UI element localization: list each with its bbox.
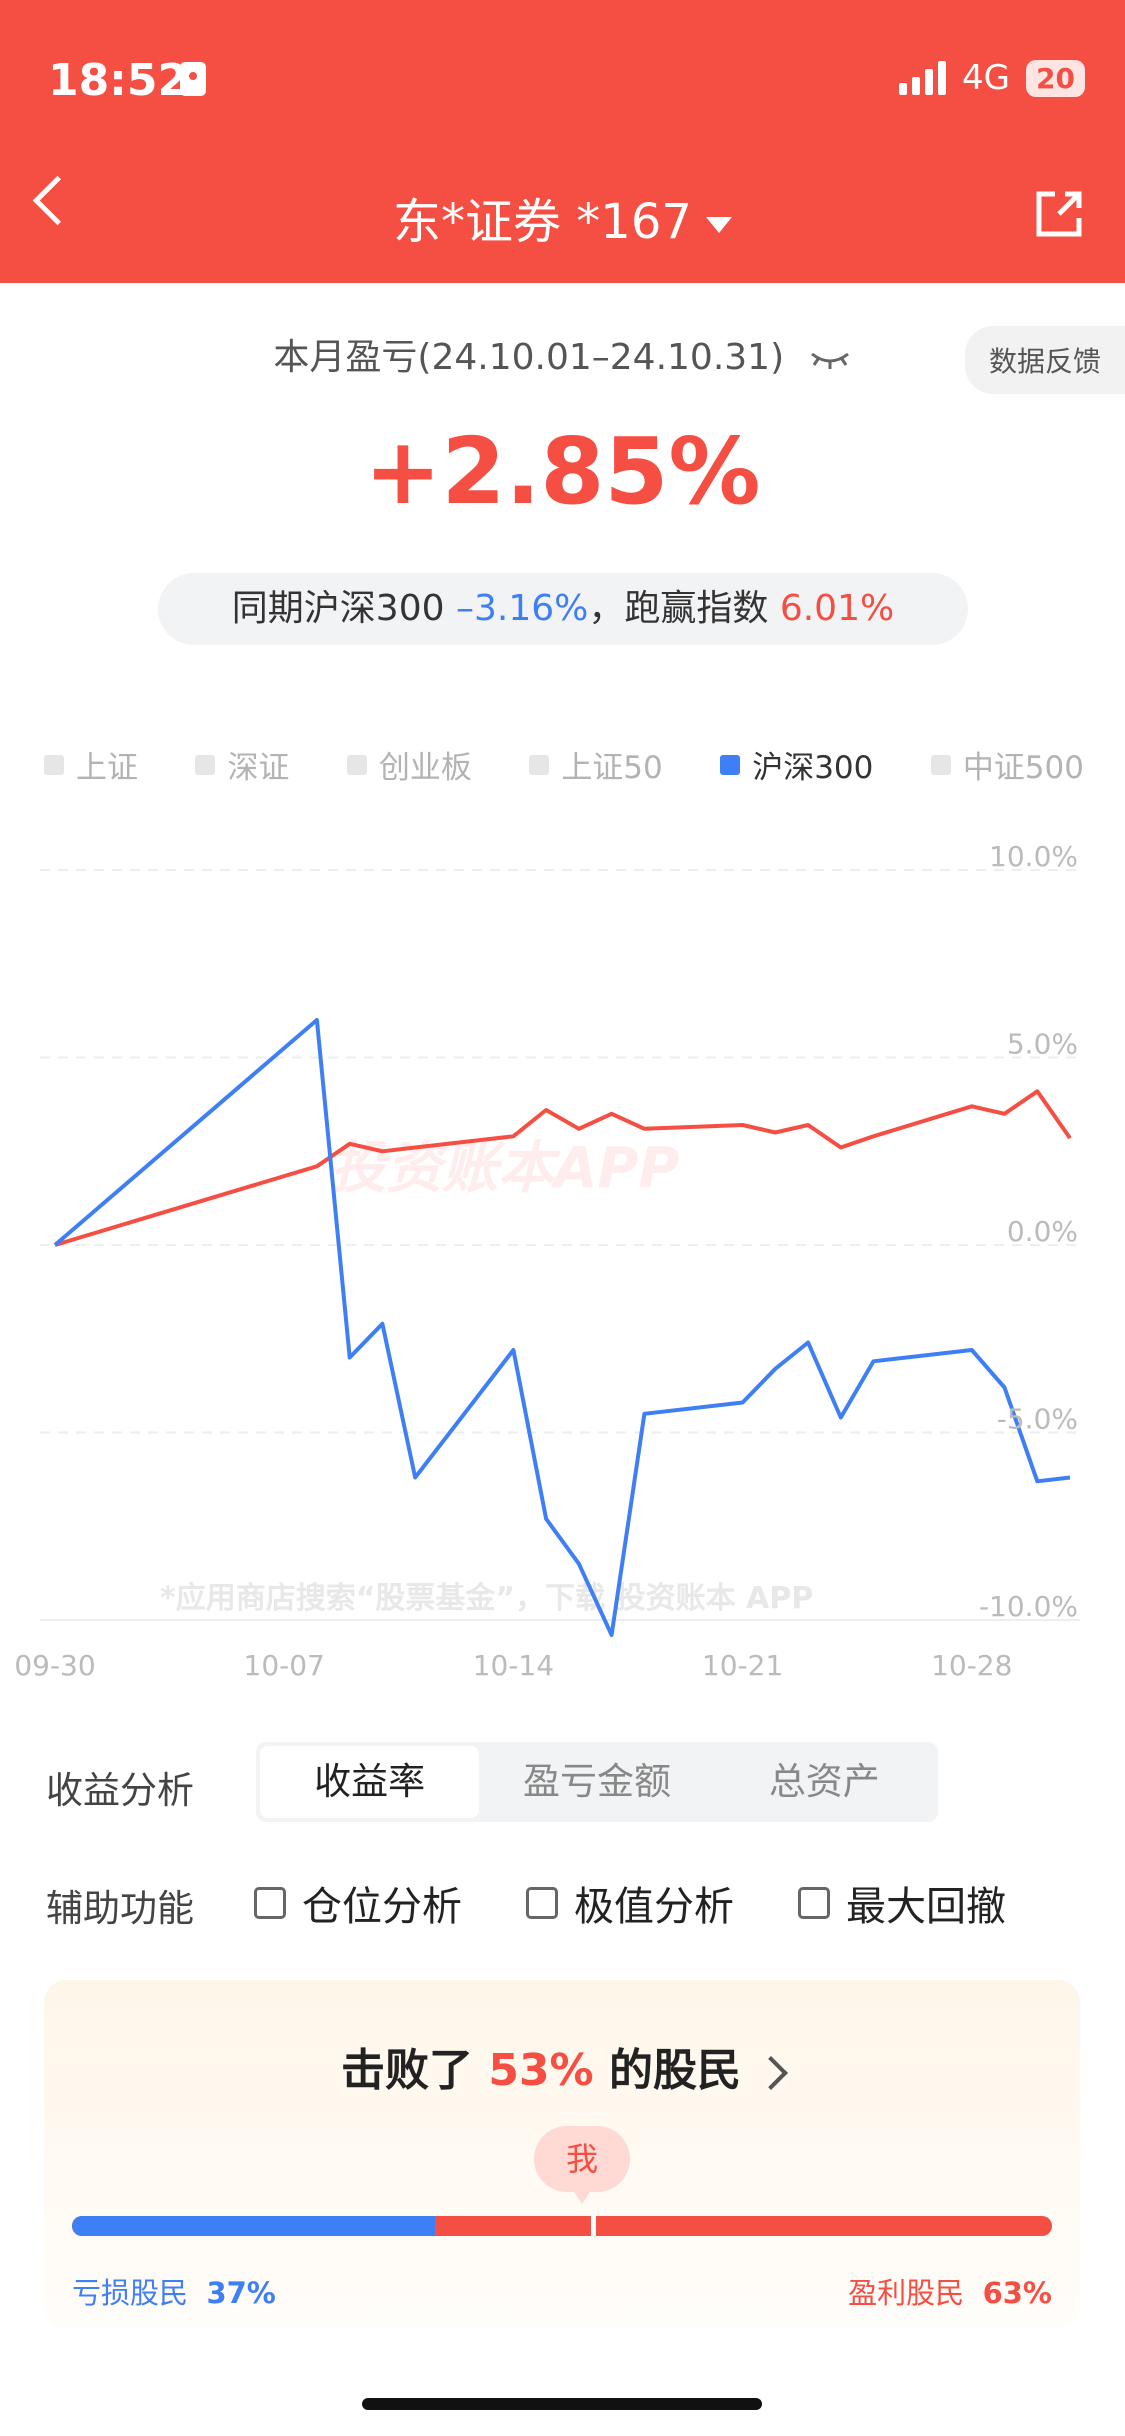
- checkbox-icon: [798, 1887, 830, 1919]
- x-tick-label: 09-30: [14, 1649, 95, 1682]
- y-tick-label: -10.0%: [979, 1590, 1078, 1623]
- profit-legend: 盈利股民 63%: [848, 2270, 1052, 2312]
- y-tick-label: -5.0%: [997, 1403, 1078, 1436]
- beat-text: 击败了 53% 的股民: [44, 2034, 1080, 2098]
- signal-icon: [899, 61, 947, 95]
- dropdown-caret-icon: [705, 217, 732, 233]
- legend-item-sh[interactable]: 上证: [44, 742, 138, 787]
- legend-item-sz50[interactable]: 上证50: [529, 742, 663, 787]
- legend-item-zz500[interactable]: 中证500: [930, 742, 1084, 787]
- share-icon[interactable]: [1035, 190, 1083, 238]
- profit-label: 盈利股民: [848, 2276, 965, 2310]
- monthly-return: +2.85%: [364, 418, 761, 525]
- legend-label: 创业板: [378, 750, 472, 786]
- loss-pct: 37%: [206, 2276, 276, 2310]
- tab-total-assets[interactable]: 总资产: [715, 1746, 934, 1818]
- compare-prefix: 同期沪深300: [231, 588, 445, 629]
- chevron-right-icon: [754, 2056, 788, 2090]
- extreme-analysis-checkbox[interactable]: 极值分析: [526, 1874, 734, 1932]
- compare-mid: ，跑赢指数: [588, 588, 769, 629]
- legend-item-cyb[interactable]: 创业板: [346, 742, 472, 787]
- x-tick-label: 10-14: [473, 1649, 554, 1682]
- chart-watermark: 投资账本APP: [330, 1136, 679, 1201]
- aux-label: 辅助功能: [46, 1887, 194, 1930]
- period-label: 本月盈亏(24.10.01–24.10.31): [0, 328, 1125, 380]
- feedback-button[interactable]: 数据反馈: [964, 326, 1125, 394]
- hs300-return-line: [53, 1018, 1071, 1637]
- analysis-tabs: 收益率 盈亏金额 总资产: [256, 1742, 938, 1822]
- distribution-bar: [72, 2216, 1052, 2236]
- index-legend: 上证 深证 创业板 上证50 沪深300 中证500: [44, 742, 1084, 787]
- max-drawdown-checkbox[interactable]: 最大回撤: [798, 1874, 1006, 1932]
- status-right: 4G 20: [899, 58, 1085, 98]
- legend-label: 上证50: [561, 750, 663, 786]
- checkbox-icon: [254, 1887, 286, 1919]
- beat-suffix: 的股民: [593, 2045, 741, 2096]
- profit-pct: 63%: [982, 2276, 1052, 2310]
- account-title[interactable]: 东*证券 *167: [0, 182, 1125, 252]
- analysis-label: 收益分析: [46, 1769, 194, 1812]
- period-text: 本月盈亏(24.10.01–24.10.31): [273, 337, 785, 378]
- check-label: 极值分析: [574, 1884, 734, 1930]
- x-tick-label: 10-07: [244, 1649, 325, 1682]
- sim-icon: [180, 62, 206, 96]
- me-position-marker: [591, 2216, 597, 2236]
- legend-swatch: [930, 754, 951, 775]
- x-tick-label: 10-21: [702, 1649, 783, 1682]
- legend-item-sz[interactable]: 深证: [195, 742, 289, 787]
- index-compare: 同期沪深300 –3.16%，跑赢指数 6.01%: [158, 573, 968, 645]
- check-label: 仓位分析: [302, 1884, 462, 1930]
- beat-prefix: 击败了: [341, 2045, 489, 2096]
- y-tick-label: 10.0%: [989, 840, 1078, 873]
- legend-swatch: [44, 754, 64, 775]
- legend-label: 中证500: [962, 750, 1084, 786]
- hide-eye-icon[interactable]: [808, 348, 852, 370]
- check-label: 最大回撤: [846, 1884, 1006, 1930]
- y-tick-label: 5.0%: [1007, 1028, 1078, 1061]
- legend-label: 深证: [227, 750, 290, 786]
- loss-legend: 亏损股民 37%: [72, 2270, 276, 2312]
- x-tick-label: 10-28: [931, 1649, 1012, 1682]
- y-tick-label: 0.0%: [1007, 1215, 1078, 1248]
- home-indicator: [362, 2398, 762, 2410]
- app-header: 18:52 4G 20 东*证券 *167: [0, 0, 1125, 283]
- legend-item-hs300[interactable]: 沪深300: [720, 742, 873, 787]
- legend-swatch: [529, 754, 550, 775]
- beat-card[interactable]: 击败了 53% 的股民 我 亏损股民 37% 盈利股民 63%: [44, 1980, 1080, 2328]
- account-name: 东*证券 *167: [393, 194, 692, 250]
- me-marker: 我: [534, 2126, 630, 2204]
- chart-note: *应用商店搜索“股票基金”，下载 投资账本 APP: [160, 1581, 813, 1616]
- legend-swatch: [195, 754, 216, 775]
- battery-icon: 20: [1026, 59, 1085, 97]
- index-return: –3.16%: [455, 588, 589, 629]
- checkbox-icon: [526, 1887, 558, 1919]
- loss-segment: [72, 2216, 435, 2236]
- position-analysis-checkbox[interactable]: 仓位分析: [254, 1874, 462, 1932]
- legend-swatch: [720, 754, 741, 775]
- legend-label: 上证: [76, 750, 138, 786]
- return-chart[interactable]: 投资账本APP *应用商店搜索“股票基金”，下载 投资账本 APP 10.0% 5…: [0, 830, 1125, 1710]
- beat-pct: 53%: [488, 2045, 594, 2096]
- aux-options: 仓位分析 极值分析 最大回撤: [254, 1874, 1006, 1932]
- tab-profit-amount[interactable]: 盈亏金额: [487, 1746, 706, 1818]
- network-type: 4G: [962, 58, 1011, 98]
- legend-label: 沪深300: [752, 750, 874, 786]
- outperform-value: 6.01%: [779, 588, 895, 629]
- loss-label: 亏损股民: [72, 2276, 189, 2310]
- legend-swatch: [346, 754, 367, 775]
- status-time: 18:52: [48, 55, 189, 106]
- tab-return-rate[interactable]: 收益率: [260, 1746, 480, 1818]
